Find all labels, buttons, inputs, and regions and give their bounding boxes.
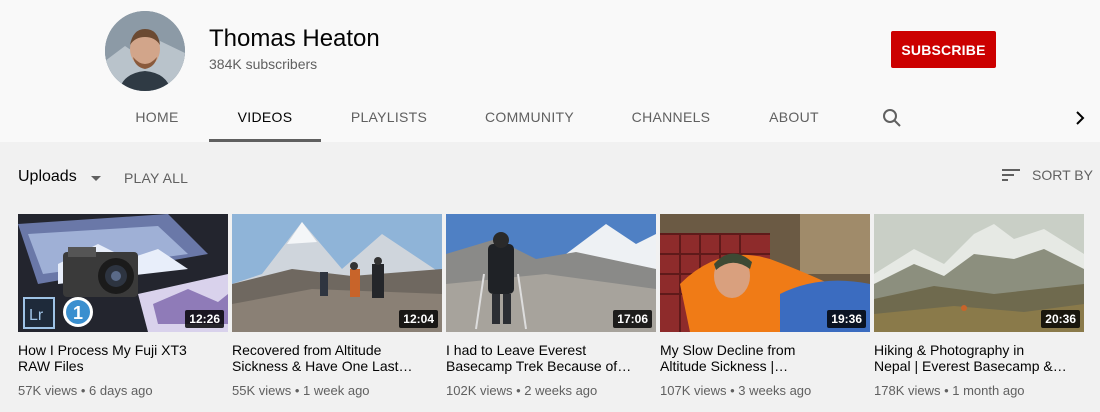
uploads-label: Uploads — [18, 168, 77, 185]
view-count: 178K views — [874, 383, 941, 398]
video-card[interactable]: 12:04 Recovered from Altitude Sickness &… — [232, 214, 442, 398]
video-meta: 107K views • 3 weeks ago — [660, 383, 812, 398]
video-thumbnail[interactable]: 17:06 — [446, 214, 656, 332]
filter-bar: Uploads PLAY ALL SORT BY — [0, 160, 1100, 196]
subscribe-button[interactable]: SUBSCRIBE — [891, 31, 996, 68]
video-title[interactable]: Hiking & Photography in Nepal | Everest … — [874, 342, 1084, 374]
svg-text:Lr: Lr — [29, 307, 44, 324]
video-duration: 12:26 — [185, 310, 224, 328]
uploads-dropdown[interactable]: Uploads — [18, 168, 101, 186]
video-meta: 178K views • 1 month ago — [874, 383, 1025, 398]
video-card[interactable]: 17:06 I had to Leave Everest Basecamp Tr… — [446, 214, 656, 398]
channel-header: Thomas Heaton 384K subscribers SUBSCRIBE… — [0, 0, 1100, 142]
video-thumbnail[interactable]: 19:36 — [660, 214, 870, 332]
video-card[interactable]: 20:36 Hiking & Photography in Nepal | Ev… — [874, 214, 1084, 398]
video-title[interactable]: I had to Leave Everest Basecamp Trek Bec… — [446, 342, 656, 374]
video-meta: 55K views • 1 week ago — [232, 383, 370, 398]
tab-about[interactable]: ABOUT — [757, 96, 831, 142]
view-count: 102K views — [446, 383, 513, 398]
sort-icon — [1002, 169, 1020, 181]
channel-avatar[interactable] — [105, 11, 185, 91]
video-card[interactable]: 19:36 My Slow Decline from Altitude Sick… — [660, 214, 870, 398]
video-title[interactable]: Recovered from Altitude Sickness & Have … — [232, 342, 442, 374]
sort-by-label: SORT BY — [1032, 167, 1093, 183]
view-count: 55K views — [232, 383, 292, 398]
video-thumbnail[interactable]: 12:04 — [232, 214, 442, 332]
tab-playlists[interactable]: PLAYLISTS — [339, 96, 439, 142]
subscriber-count: 384K subscribers — [209, 56, 318, 72]
svg-text:1: 1 — [73, 303, 83, 323]
video-duration: 17:06 — [613, 310, 652, 328]
tab-community[interactable]: COMMUNITY — [472, 96, 587, 142]
view-count: 107K views — [660, 383, 727, 398]
video-title[interactable]: My Slow Decline from Altitude Sickness |… — [660, 342, 870, 374]
upload-age: 2 weeks ago — [524, 383, 598, 398]
video-meta: 102K views • 2 weeks ago — [446, 383, 598, 398]
chevron-right-icon[interactable] — [1068, 106, 1092, 130]
tab-videos[interactable]: VIDEOS — [209, 96, 321, 142]
upload-age: 3 weeks ago — [738, 383, 812, 398]
video-thumbnail[interactable]: Lr 1 12:26 — [18, 214, 228, 332]
video-thumbnail[interactable]: 20:36 — [874, 214, 1084, 332]
video-meta: 57K views • 6 days ago — [18, 383, 153, 398]
video-duration: 20:36 — [1041, 310, 1080, 328]
upload-age: 1 week ago — [303, 383, 370, 398]
view-count: 57K views — [18, 383, 78, 398]
tab-channels[interactable]: CHANNELS — [620, 96, 722, 142]
upload-age: 6 days ago — [89, 383, 153, 398]
tab-home[interactable]: HOME — [122, 96, 192, 142]
play-all-button[interactable]: PLAY ALL — [124, 170, 188, 186]
channel-name[interactable]: Thomas Heaton — [209, 25, 380, 53]
video-title[interactable]: How I Process My Fuji XT3 RAW Files — [18, 342, 228, 374]
sort-by-button[interactable]: SORT BY — [1002, 167, 1093, 183]
upload-age: 1 month ago — [952, 383, 1025, 398]
video-card[interactable]: Lr 1 12:26 How I Process My Fuji XT3 RAW… — [18, 214, 228, 398]
caret-down-icon — [90, 175, 101, 181]
video-duration: 12:04 — [399, 310, 438, 328]
video-duration: 19:36 — [827, 310, 866, 328]
search-icon[interactable] — [880, 106, 904, 130]
channel-tabs: HOME VIDEOS PLAYLISTS COMMUNITY CHANNELS… — [0, 96, 1100, 142]
